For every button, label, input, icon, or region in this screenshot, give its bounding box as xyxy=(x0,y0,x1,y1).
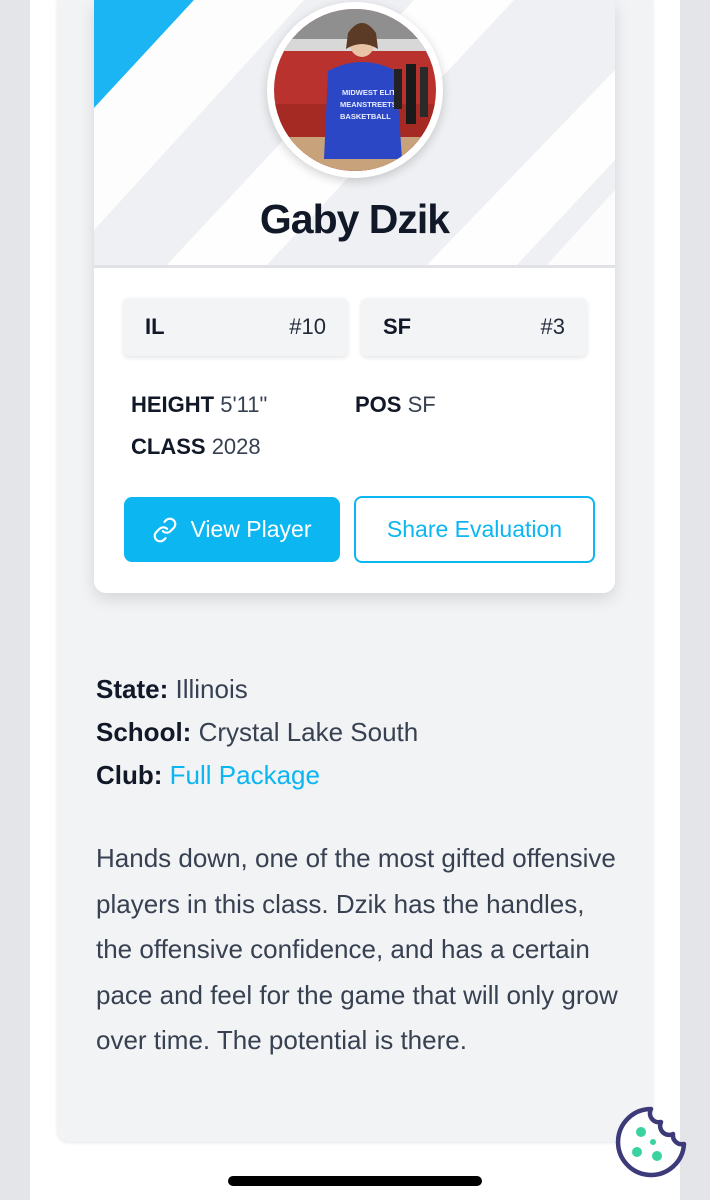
cookie-settings-button[interactable] xyxy=(613,1104,689,1180)
jersey-line-3: BASKETBALL xyxy=(340,112,391,121)
class-value: 2028 xyxy=(211,434,261,459)
view-player-button[interactable]: View Player xyxy=(124,497,340,562)
pos-value: SF xyxy=(407,392,436,417)
player-card-header: MIDWEST ELITE MEANSTREETS BASKETBALL Gab… xyxy=(94,0,615,268)
school-info-value: Crystal Lake South xyxy=(198,717,419,747)
position-abbr: SF xyxy=(383,314,412,339)
state-rank: #10 xyxy=(289,314,326,339)
share-evaluation-button[interactable]: Share Evaluation xyxy=(354,496,595,563)
home-indicator xyxy=(228,1176,482,1186)
club-link[interactable]: Full Package xyxy=(170,760,320,790)
height-label: HEIGHT xyxy=(131,392,215,417)
state-rank-chip: IL #10 xyxy=(123,298,348,356)
height-value: 5'11" xyxy=(220,392,268,417)
club-info-label: Club: xyxy=(96,760,163,790)
club-info: Club: Full Package xyxy=(96,760,320,791)
cookie-icon xyxy=(615,1106,687,1178)
pos-label: POS xyxy=(355,392,402,417)
state-info: State: Illinois xyxy=(96,674,248,705)
jersey-line-2: MEANSTREETS xyxy=(340,100,397,109)
state-info-value: Illinois xyxy=(175,674,248,704)
position-rank: #3 xyxy=(540,314,565,339)
pos-stat: POS SF xyxy=(355,392,436,418)
view-player-label: View Player xyxy=(190,516,312,542)
player-card: MIDWEST ELITE MEANSTREETS BASKETBALL Gab… xyxy=(94,0,615,593)
state-abbr: IL xyxy=(145,314,165,339)
class-stat: CLASS 2028 xyxy=(131,434,261,460)
state-info-label: State: xyxy=(96,674,169,704)
school-info: School: Crystal Lake South xyxy=(96,717,418,748)
player-avatar: MIDWEST ELITE MEANSTREETS BASKETBALL xyxy=(267,2,443,178)
link-icon xyxy=(154,517,177,542)
position-rank-chip: SF #3 xyxy=(361,298,587,356)
evaluation-text: Hands down, one of the most gifted offen… xyxy=(96,843,618,1056)
height-stat: HEIGHT 5'11" xyxy=(131,392,267,418)
class-label: CLASS xyxy=(131,434,206,459)
player-name: Gaby Dzik xyxy=(259,196,450,242)
share-evaluation-label: Share Evaluation xyxy=(386,516,563,542)
player-photo: MIDWEST ELITE MEANSTREETS BASKETBALL xyxy=(274,9,436,171)
school-info-label: School: xyxy=(96,717,192,747)
jersey-line-1: MIDWEST ELITE xyxy=(342,88,401,97)
